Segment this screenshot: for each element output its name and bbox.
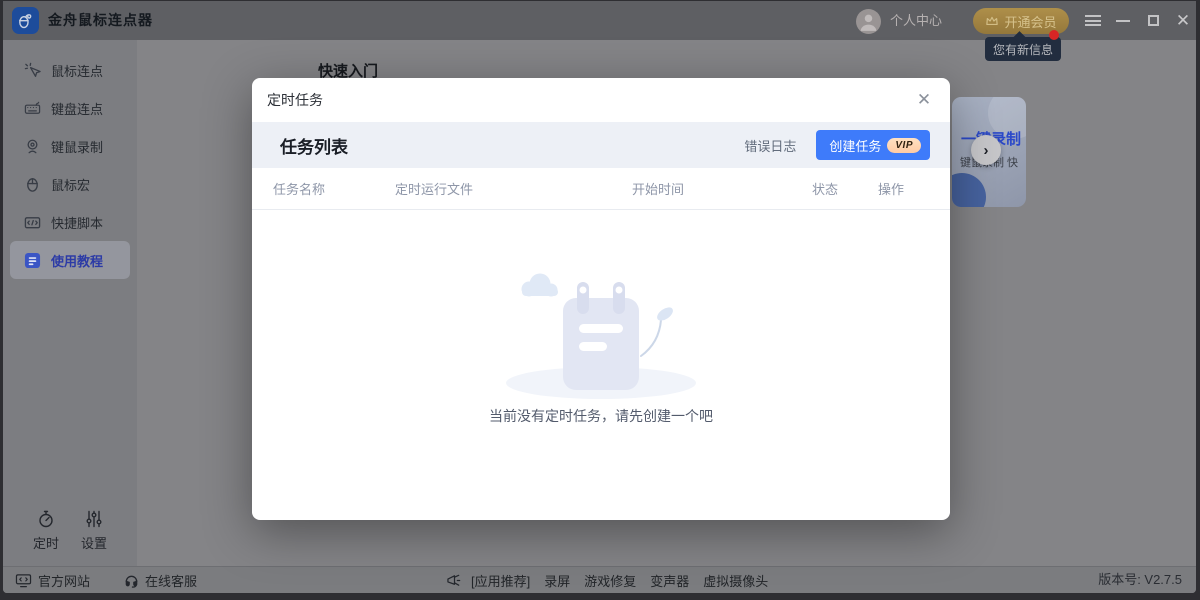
sidebar-item-quick-script[interactable]: 快捷脚本: [10, 203, 130, 241]
create-task-label: 创建任务: [829, 136, 881, 155]
sidebar: 鼠标连点 键盘连点 键鼠录制: [3, 40, 137, 566]
sidebar-item-label: 使用教程: [51, 251, 103, 270]
megaphone-icon: [446, 573, 463, 588]
carousel-next-button[interactable]: ›: [971, 135, 1001, 165]
app-logo-icon: [12, 7, 39, 34]
task-list-title: 任务列表: [280, 133, 348, 158]
script-icon: [24, 214, 41, 231]
official-site-link[interactable]: 官方网站: [38, 571, 90, 590]
sidebar-item-record[interactable]: 键鼠录制: [10, 127, 130, 165]
version-label: 版本号: V2.7.5: [1098, 567, 1182, 593]
promo-link-voice-changer[interactable]: 变声器: [650, 571, 689, 590]
timer-label: 定时: [33, 533, 59, 552]
footer-bar: 官方网站 在线客服 [应用推荐] 录屏 游戏修复 变: [3, 566, 1196, 593]
promo-link-screen-record[interactable]: 录屏: [544, 571, 570, 590]
sidebar-item-label: 鼠标连点: [51, 61, 103, 80]
maximize-button[interactable]: [1138, 1, 1168, 40]
task-table-body: 当前没有定时任务，请先创建一个吧: [252, 210, 950, 519]
task-table-header: 任务名称 定时运行文件 开始时间 状态 操作: [252, 168, 950, 210]
col-start-time: 开始时间: [632, 179, 812, 198]
close-window-button[interactable]: ✕: [1168, 1, 1196, 40]
sidebar-timer-tool[interactable]: 定时: [33, 509, 59, 552]
empty-state-text: 当前没有定时任务，请先创建一个吧: [252, 406, 950, 426]
online-service-link[interactable]: 在线客服: [145, 571, 197, 590]
scheduled-tasks-modal: 定时任务 ✕ 任务列表 错误日志 创建任务 VIP 任务名称 定时运行文件 开始…: [252, 78, 950, 520]
menu-icon[interactable]: [1078, 1, 1108, 40]
sidebar-item-label: 鼠标宏: [51, 175, 90, 194]
webcam-icon: [24, 138, 41, 155]
modal-title: 定时任务: [267, 78, 323, 122]
new-message-tooltip: 您有新信息: [985, 37, 1061, 61]
sidebar-item-keyboard-clicker[interactable]: 键盘连点: [10, 89, 130, 127]
notification-dot: [1049, 30, 1059, 40]
user-center-link[interactable]: 个人中心: [890, 1, 942, 40]
app-title: 金舟鼠标连点器: [48, 1, 153, 40]
keyboard-icon: [24, 100, 41, 117]
col-actions: 操作: [878, 179, 950, 198]
sidebar-item-label: 键鼠录制: [51, 137, 103, 156]
minimize-button[interactable]: [1108, 1, 1138, 40]
avatar[interactable]: [856, 9, 881, 34]
promo-label: [应用推荐]: [471, 571, 530, 590]
promo-link-game-fix[interactable]: 游戏修复: [584, 571, 636, 590]
mouse-icon: [24, 176, 41, 193]
sidebar-settings-tool[interactable]: 设置: [81, 509, 107, 552]
crown-icon: [985, 15, 999, 27]
modal-header: 定时任务 ✕: [252, 78, 950, 122]
sidebar-item-mouse-clicker[interactable]: 鼠标连点: [10, 51, 130, 89]
col-task-name: 任务名称: [273, 179, 395, 198]
timer-icon: [36, 509, 56, 529]
monitor-icon: [15, 573, 32, 588]
create-task-button[interactable]: 创建任务 VIP: [816, 130, 930, 160]
cloud-icon: [522, 274, 559, 297]
sidebar-item-label: 键盘连点: [51, 99, 103, 118]
settings-sliders-icon: [84, 509, 104, 529]
mouse-click-icon: [24, 62, 41, 79]
col-status: 状态: [812, 179, 878, 198]
sidebar-item-mouse-macro[interactable]: 鼠标宏: [10, 165, 130, 203]
headset-icon: [124, 573, 139, 588]
empty-state-illustration: [501, 258, 701, 408]
open-vip-label: 开通会员: [1004, 12, 1056, 31]
tutorial-doc-icon: [24, 252, 41, 269]
modal-close-icon[interactable]: ✕: [914, 90, 934, 110]
error-log-link[interactable]: 错误日志: [744, 136, 796, 155]
sidebar-item-label: 快捷脚本: [51, 213, 103, 232]
vip-badge: VIP: [887, 138, 921, 153]
settings-label: 设置: [81, 533, 107, 552]
sidebar-item-tutorial[interactable]: 使用教程: [10, 241, 130, 279]
promo-link-virtual-camera[interactable]: 虚拟摄像头: [703, 571, 768, 590]
task-list-toolbar: 任务列表 错误日志 创建任务 VIP: [252, 122, 950, 168]
col-file: 定时运行文件: [395, 179, 632, 198]
